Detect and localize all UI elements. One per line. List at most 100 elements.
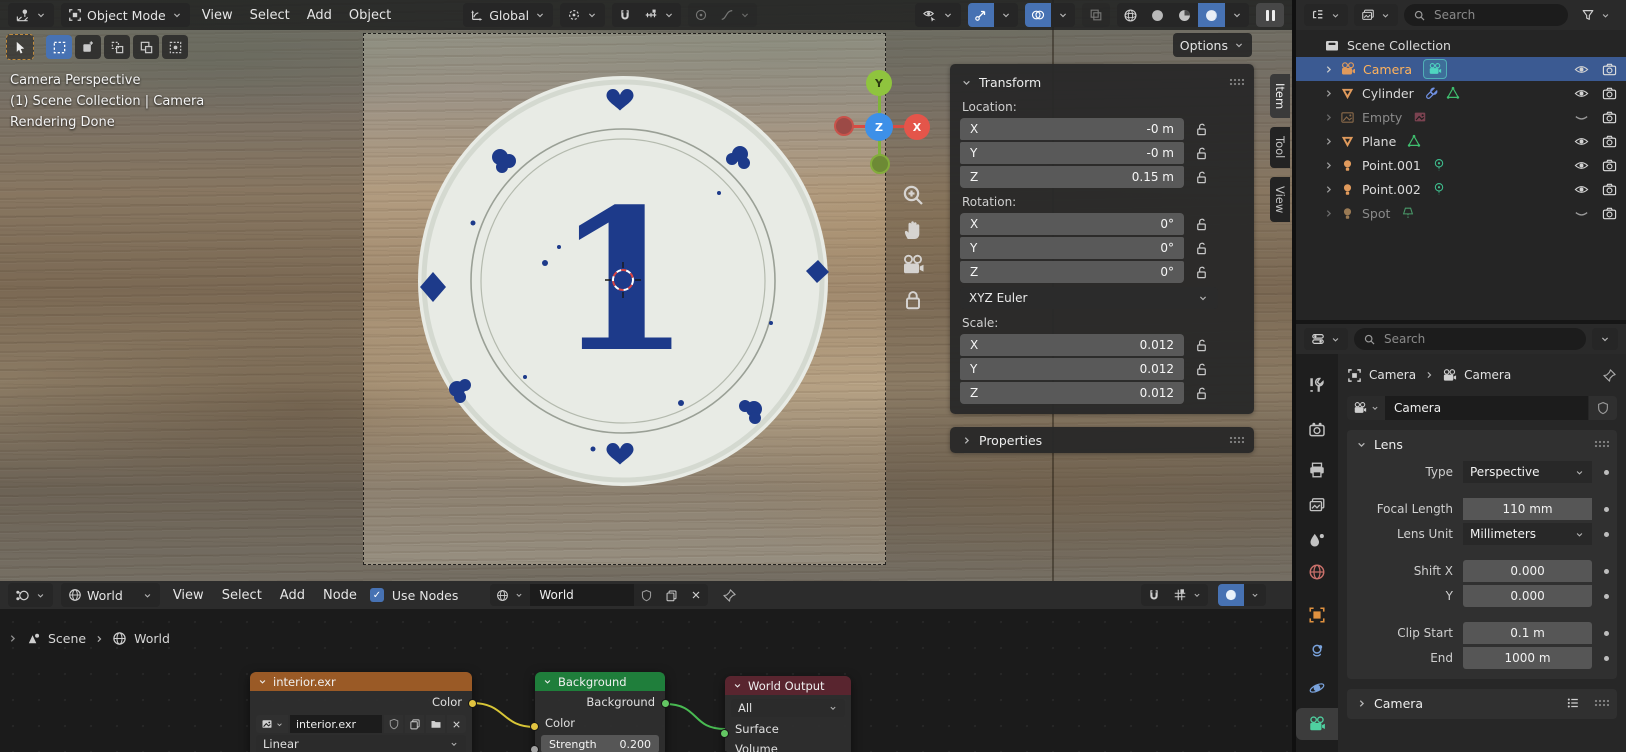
- expand-chevron-icon[interactable]: [1322, 159, 1335, 172]
- outliner-row-spot[interactable]: Spot: [1296, 201, 1626, 225]
- color-input-socket[interactable]: [530, 722, 539, 731]
- lock-open-icon[interactable]: [1194, 146, 1209, 161]
- world-unlink-button[interactable]: [684, 584, 708, 606]
- datablock-browse-button[interactable]: [1347, 396, 1385, 420]
- menu-node[interactable]: Node: [318, 588, 362, 603]
- rotation-y-field[interactable]: Y 0°: [960, 237, 1184, 259]
- options-button[interactable]: Options: [1173, 33, 1252, 57]
- world-new-copy-button[interactable]: [659, 584, 684, 606]
- node-editor-type-button[interactable]: [8, 583, 53, 607]
- point-light-data-icon[interactable]: [1432, 158, 1446, 172]
- animate-dot[interactable]: [1604, 594, 1609, 599]
- outliner-display-mode-button[interactable]: [1354, 4, 1398, 26]
- breadcrumb-data[interactable]: Camera: [1464, 368, 1511, 382]
- properties-collapsed-panel[interactable]: Properties: [950, 427, 1254, 453]
- tab-scene[interactable]: [1308, 531, 1326, 549]
- overlays-dropdown[interactable]: [1051, 3, 1075, 27]
- tab-view-layer[interactable]: [1308, 496, 1326, 514]
- hide-in-viewport-toggle[interactable]: [1574, 86, 1589, 101]
- snap-toggle[interactable]: [612, 3, 638, 27]
- tab-constraints[interactable]: [1308, 643, 1326, 661]
- fake-user-button[interactable]: [1589, 396, 1617, 420]
- location-x-field[interactable]: X -0 m: [960, 118, 1184, 140]
- hide-in-viewport-toggle[interactable]: [1574, 62, 1589, 77]
- panel-grip[interactable]: [1229, 78, 1244, 86]
- lock-open-icon[interactable]: [1194, 386, 1209, 401]
- disable-in-render-toggle[interactable]: [1602, 110, 1617, 125]
- modifier-wrench-icon[interactable]: [1425, 86, 1439, 100]
- world-fake-user-button[interactable]: [634, 584, 659, 606]
- scale-x-field[interactable]: X 0.012: [960, 334, 1184, 356]
- tab-object[interactable]: [1308, 606, 1326, 624]
- animate-dot[interactable]: [1604, 631, 1609, 636]
- menu-select[interactable]: Select: [245, 8, 295, 23]
- focal-length-field[interactable]: 110 mm: [1463, 498, 1592, 520]
- disable-in-render-toggle[interactable]: [1602, 62, 1617, 77]
- shading-dropdown[interactable]: [1225, 3, 1249, 27]
- tab-object-data-active[interactable]: [1296, 708, 1338, 740]
- outliner-search[interactable]: [1404, 4, 1568, 26]
- lock-open-icon[interactable]: [1194, 265, 1209, 280]
- show-gizmo-toggle[interactable]: [968, 3, 994, 27]
- gizmo-y-ball[interactable]: Y: [866, 70, 892, 96]
- tab-view[interactable]: View: [1270, 177, 1290, 222]
- hide-in-viewport-toggle[interactable]: [1574, 206, 1589, 221]
- snap-settings-dropdown[interactable]: [638, 3, 681, 27]
- properties-options-button[interactable]: [1592, 328, 1618, 350]
- preset-list-icon[interactable]: [1566, 696, 1580, 710]
- outliner-filter-button[interactable]: [1574, 4, 1618, 26]
- hide-in-viewport-toggle[interactable]: [1574, 134, 1589, 149]
- node-image-texture[interactable]: interior.exr Color interior.exr: [250, 672, 472, 752]
- pan-hand-button[interactable]: [901, 218, 925, 242]
- node-overlays-dropdown[interactable]: [1244, 584, 1266, 606]
- point-light-data-icon[interactable]: [1432, 182, 1446, 196]
- shader-type-dropdown[interactable]: World: [61, 583, 160, 607]
- image-unlink-button[interactable]: [447, 715, 466, 733]
- collapse-chevron-icon[interactable]: [1355, 438, 1368, 451]
- shading-material-button[interactable]: [1171, 3, 1198, 27]
- animate-dot[interactable]: [1604, 656, 1609, 661]
- hide-in-viewport-toggle[interactable]: [1574, 110, 1589, 125]
- interpolation-dropdown[interactable]: Linear: [256, 735, 466, 752]
- expand-chevron-icon[interactable]: [1322, 183, 1335, 196]
- xray-toggle[interactable]: [1082, 3, 1110, 27]
- mesh-data-icon[interactable]: [1446, 86, 1460, 100]
- breadcrumb-world[interactable]: World: [134, 631, 170, 646]
- gizmo-neg-x-ball[interactable]: [834, 116, 854, 136]
- image-data-icon[interactable]: [1413, 110, 1427, 124]
- outliner-row-scene-collection[interactable]: Scene Collection: [1296, 33, 1626, 57]
- gizmo-neg-y-ball[interactable]: [870, 154, 890, 174]
- properties-search[interactable]: [1354, 328, 1586, 350]
- rotation-mode-dropdown[interactable]: XYZ Euler: [960, 287, 1218, 309]
- shading-rendered-button[interactable]: [1198, 3, 1225, 27]
- animate-dot[interactable]: [1604, 532, 1609, 537]
- image-copy-button[interactable]: [405, 715, 424, 733]
- disable-in-render-toggle[interactable]: [1602, 134, 1617, 149]
- viewport-3d[interactable]: 1: [0, 0, 1292, 581]
- menu-select[interactable]: Select: [217, 588, 267, 603]
- disable-in-render-toggle[interactable]: [1602, 86, 1617, 101]
- lock-open-icon[interactable]: [1194, 170, 1209, 185]
- proportional-falloff-dropdown[interactable]: [714, 3, 757, 27]
- datablock-name-field[interactable]: Camera: [1385, 396, 1588, 420]
- select-subtract-button[interactable]: [104, 35, 130, 59]
- select-invert-button[interactable]: [133, 35, 159, 59]
- expand-chevron-icon[interactable]: [1322, 87, 1335, 100]
- node-world-output[interactable]: World Output All Surface Volume: [725, 676, 851, 752]
- animate-dot[interactable]: [1604, 569, 1609, 574]
- image-open-button[interactable]: [426, 715, 445, 733]
- hide-in-viewport-toggle[interactable]: [1574, 158, 1589, 173]
- surface-input-socket[interactable]: [720, 729, 729, 738]
- location-z-field[interactable]: Z 0.15 m: [960, 166, 1184, 188]
- panel-grip[interactable]: [1594, 440, 1609, 448]
- tab-render[interactable]: [1308, 421, 1326, 439]
- tab-physics[interactable]: [1308, 679, 1326, 697]
- world-output-node-header[interactable]: World Output: [725, 676, 851, 695]
- outliner-row-point-002[interactable]: Point.002: [1296, 177, 1626, 201]
- gizmo-z-ball[interactable]: Z: [865, 113, 893, 141]
- hide-in-viewport-toggle[interactable]: [1574, 182, 1589, 197]
- expand-chevron-icon[interactable]: [1322, 63, 1335, 76]
- collapse-chevron-icon[interactable]: [960, 76, 973, 89]
- proportional-edit-toggle[interactable]: [688, 3, 714, 27]
- node-background[interactable]: Background Background Color Strength 0.2…: [535, 672, 665, 752]
